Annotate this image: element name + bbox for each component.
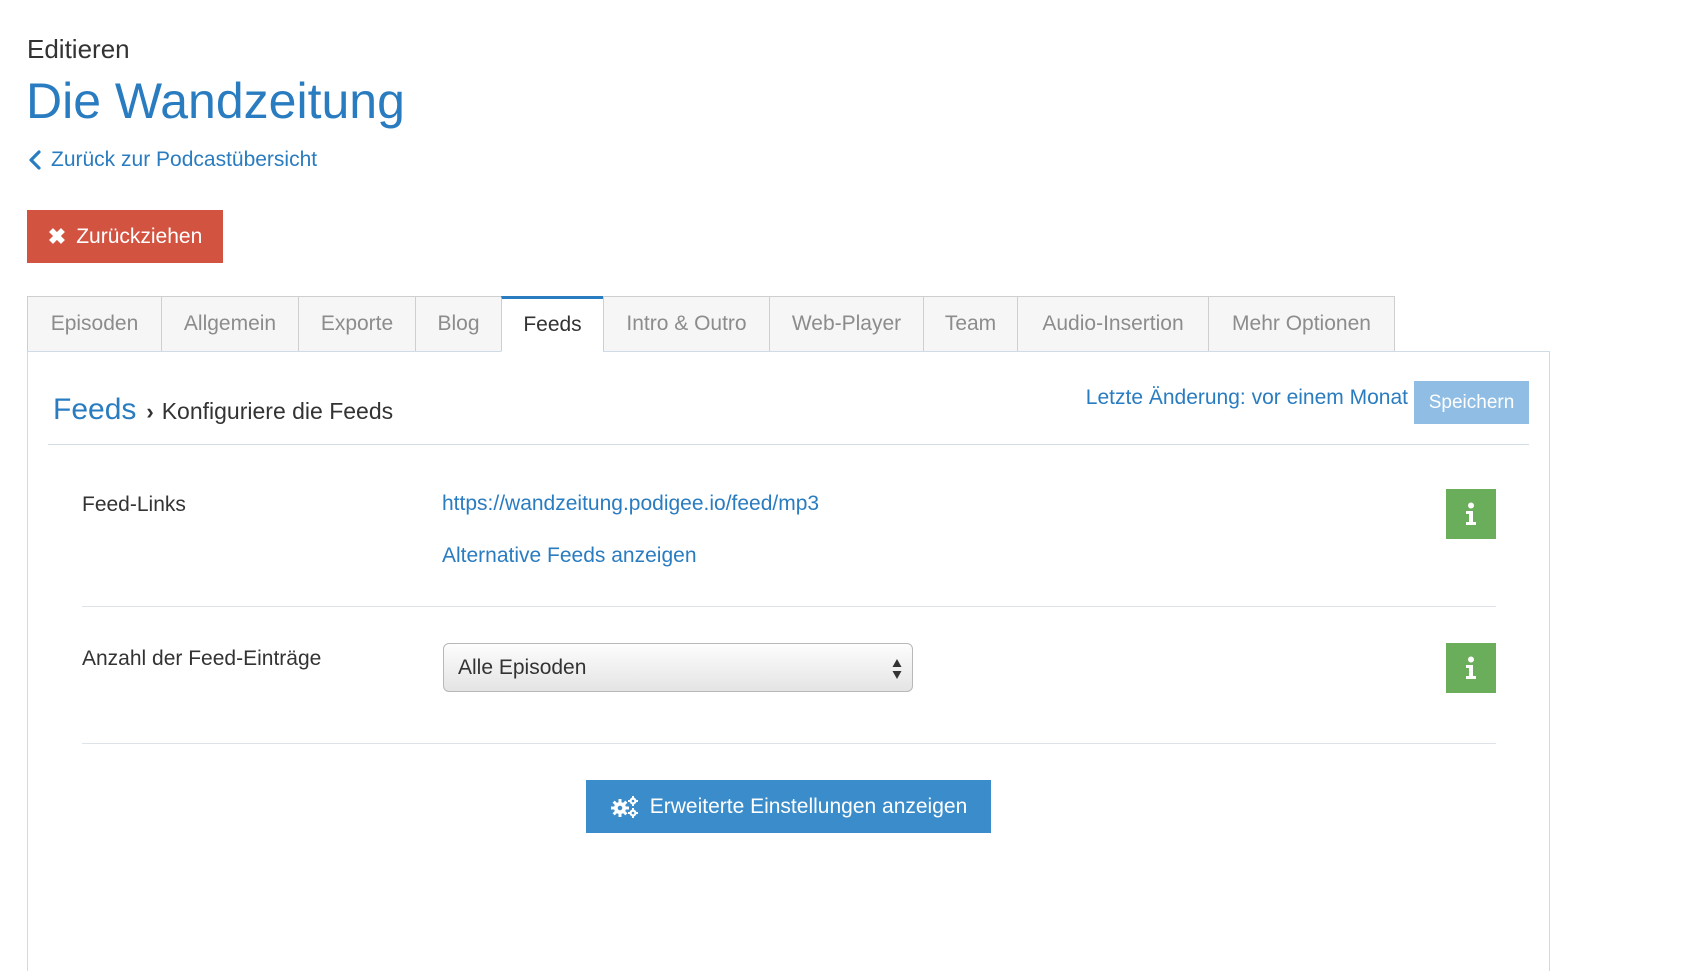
page-title: Die Wandzeitung: [26, 73, 405, 129]
tab-bar: Episoden Allgemein Exporte Blog Feeds In…: [27, 296, 1395, 352]
advanced-settings-button[interactable]: Erweiterte Einstellungen anzeigen: [586, 780, 991, 833]
select-value: Alle Episoden: [458, 655, 587, 679]
retract-button-label: Zurückziehen: [76, 224, 203, 248]
tab-intro-outro[interactable]: Intro & Outro: [603, 296, 769, 352]
save-button[interactable]: Speichern: [1414, 381, 1529, 424]
info-icon: [1466, 656, 1476, 679]
alternative-feeds-link[interactable]: Alternative Feeds anzeigen: [442, 544, 697, 568]
feed-links-label: Feed-Links: [82, 493, 186, 516]
breadcrumb-section: Feeds: [53, 393, 137, 426]
edit-label: Editieren: [27, 34, 130, 64]
info-icon: [1466, 502, 1476, 525]
feed-entries-info-button[interactable]: [1446, 643, 1496, 693]
tab-episoden[interactable]: Episoden: [27, 296, 161, 352]
tab-mehr-optionen[interactable]: Mehr Optionen: [1208, 296, 1395, 352]
back-to-overview-link[interactable]: Zurück zur Podcastübersicht: [27, 148, 317, 172]
select-arrows-icon: [892, 659, 902, 679]
chevron-left-icon: [29, 150, 41, 170]
last-change-text: Letzte Änderung: vor einem Monat: [1085, 386, 1408, 409]
feed-entries-select[interactable]: Alle Episoden: [443, 643, 913, 692]
advanced-settings-label: Erweiterte Einstellungen anzeigen: [649, 794, 968, 818]
row-divider: [82, 743, 1496, 744]
chevron-right-icon: ›: [146, 399, 154, 424]
feed-url-link[interactable]: https://wandzeitung.podigee.io/feed/mp3: [442, 492, 819, 516]
tab-team[interactable]: Team: [923, 296, 1017, 352]
retract-button[interactable]: ✖ Zurückziehen: [27, 210, 223, 263]
tab-blog[interactable]: Blog: [415, 296, 501, 352]
header-divider: [48, 444, 1529, 445]
tab-feeds[interactable]: Feeds: [501, 296, 603, 352]
breadcrumb: Feeds › Konfiguriere die Feeds: [53, 393, 393, 427]
tab-audio-insertion[interactable]: Audio-Insertion: [1017, 296, 1208, 352]
back-link-label: Zurück zur Podcastübersicht: [51, 148, 318, 171]
feed-entries-label: Anzahl der Feed-Einträge: [82, 647, 322, 670]
tab-exporte[interactable]: Exporte: [298, 296, 415, 352]
feed-links-info-button[interactable]: [1446, 489, 1496, 539]
close-icon: ✖: [47, 223, 67, 249]
tab-allgemein[interactable]: Allgemein: [161, 296, 298, 352]
tab-web-player[interactable]: Web-Player: [769, 296, 923, 352]
gears-icon: [610, 795, 638, 818]
breadcrumb-subtitle: Konfiguriere die Feeds: [161, 398, 394, 424]
row-divider: [82, 606, 1496, 607]
